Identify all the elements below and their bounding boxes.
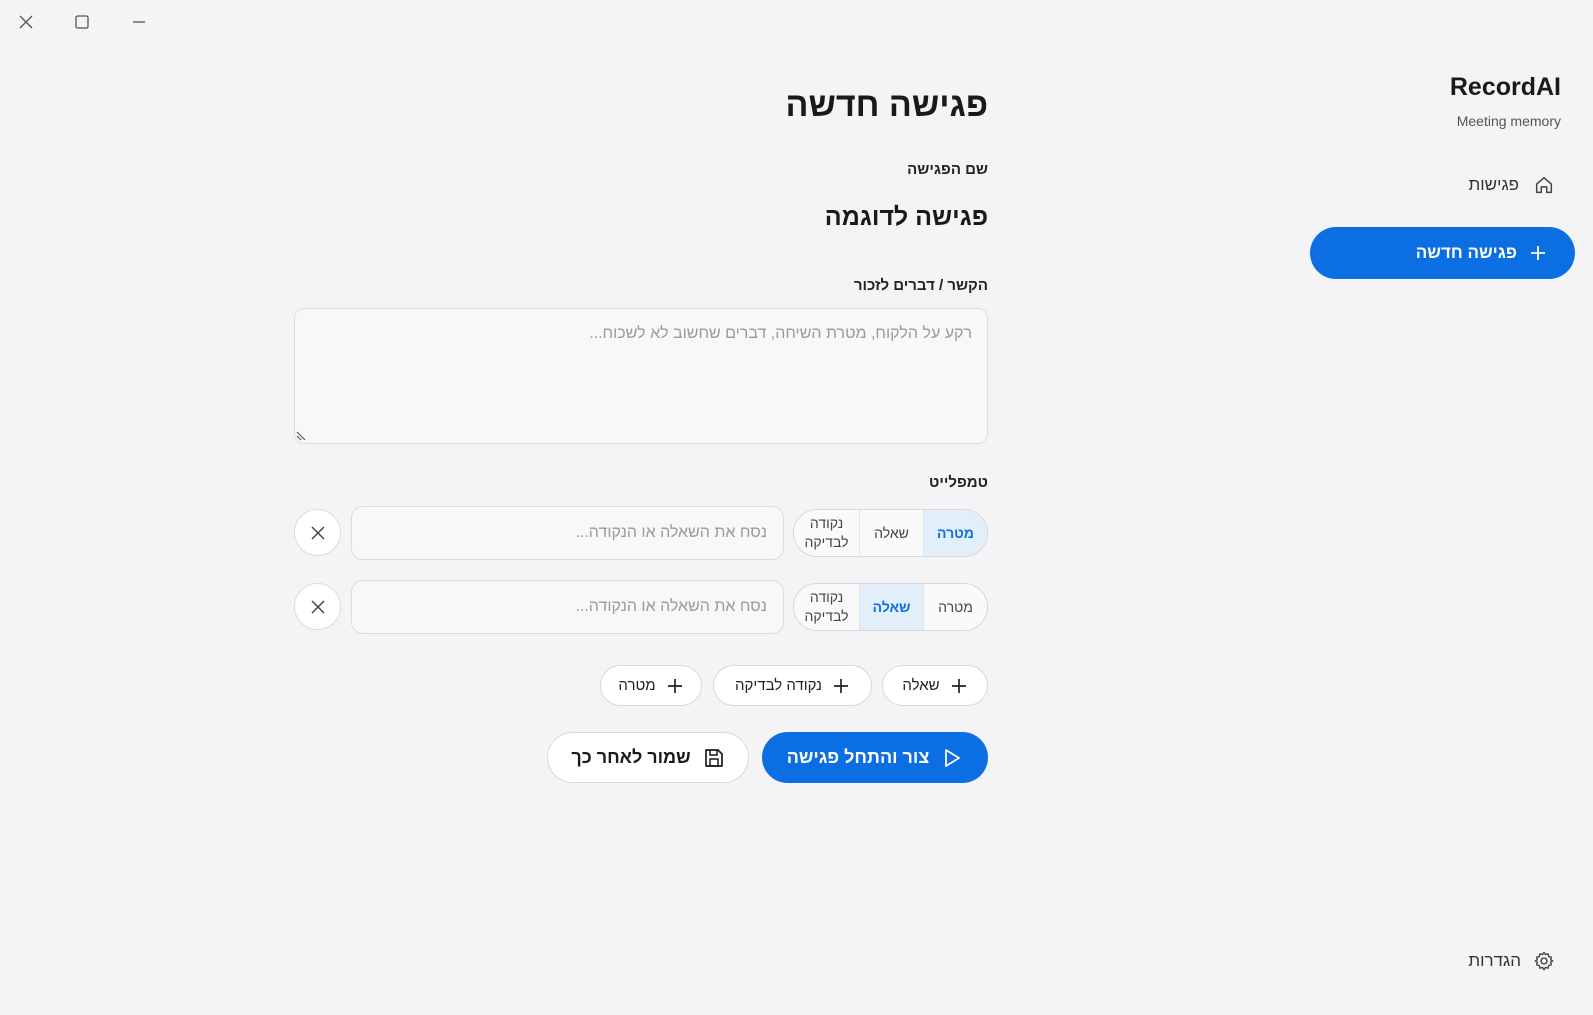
- add-question-label: שאלה: [902, 677, 940, 694]
- add-goal-button[interactable]: מטרה: [600, 665, 702, 706]
- template-row: מטרה שאלה נקודה לבדיקה: [294, 506, 988, 560]
- add-goal-label: מטרה: [618, 677, 656, 694]
- create-and-start-label: צור והתחל פגישה: [786, 747, 930, 767]
- template-item-input[interactable]: [351, 580, 784, 634]
- template-item-input[interactable]: [351, 506, 784, 560]
- sidebar-item-settings[interactable]: הגדרות: [1468, 950, 1555, 972]
- context-textarea[interactable]: [294, 308, 988, 444]
- close-icon: [18, 14, 34, 30]
- add-checkpoint-label: נקודה לבדיקה: [735, 677, 823, 694]
- resize-grip-icon[interactable]: [296, 431, 306, 441]
- play-icon: [941, 747, 963, 769]
- app-tagline: Meeting memory: [1456, 113, 1561, 129]
- type-option-goal[interactable]: מטרה: [923, 510, 987, 556]
- save-icon: [703, 747, 725, 769]
- create-and-start-button[interactable]: צור והתחל פגישה: [762, 732, 988, 783]
- plus-icon: [1529, 244, 1547, 262]
- window-minimize-button[interactable]: [121, 8, 157, 36]
- maximize-icon: [75, 15, 89, 29]
- new-meeting-label: פגישה חדשה: [1415, 243, 1517, 262]
- template-label: טמפלייט: [929, 474, 988, 491]
- new-meeting-button[interactable]: פגישה חדשה: [1310, 227, 1575, 279]
- window-close-button[interactable]: [8, 8, 44, 36]
- minimize-icon: [131, 14, 147, 30]
- sidebar-item-label: פגישות: [1468, 175, 1519, 194]
- plus-icon: [832, 677, 850, 695]
- gear-icon: [1533, 950, 1555, 972]
- sidebar-item-meetings[interactable]: פגישות: [1468, 174, 1555, 196]
- save-for-later-button[interactable]: שמור לאחר כך: [547, 732, 749, 783]
- page-title: פגישה חדשה: [785, 86, 988, 124]
- template-row: מטרה שאלה נקודה לבדיקה: [294, 580, 988, 634]
- type-option-question[interactable]: שאלה: [859, 584, 923, 630]
- save-for-later-label: שמור לאחר כך: [571, 747, 691, 767]
- add-checkpoint-button[interactable]: נקודה לבדיקה: [713, 665, 872, 706]
- meeting-name-label: שם הפגישה: [907, 161, 988, 178]
- remove-item-button[interactable]: [294, 509, 341, 556]
- type-segmented-control: מטרה שאלה נקודה לבדיקה: [793, 583, 988, 631]
- type-option-question[interactable]: שאלה: [859, 510, 923, 556]
- plus-icon: [666, 677, 684, 695]
- context-label: הקשר / דברים לזכור: [853, 277, 988, 294]
- close-icon: [310, 525, 326, 541]
- window-maximize-button[interactable]: [64, 8, 100, 36]
- remove-item-button[interactable]: [294, 583, 341, 630]
- close-icon: [310, 599, 326, 615]
- type-option-checkpoint[interactable]: נקודה לבדיקה: [794, 510, 859, 556]
- type-option-goal[interactable]: מטרה: [923, 584, 987, 630]
- type-option-checkpoint[interactable]: נקודה לבדיקה: [794, 584, 859, 630]
- home-icon: [1533, 174, 1555, 196]
- app-brand: RecordAI: [1449, 73, 1561, 101]
- type-segmented-control: מטרה שאלה נקודה לבדיקה: [793, 509, 988, 557]
- add-question-button[interactable]: שאלה: [882, 665, 988, 706]
- meeting-name-field[interactable]: פגישה לדוגמה: [825, 203, 988, 232]
- plus-icon: [950, 677, 968, 695]
- settings-label: הגדרות: [1468, 951, 1521, 970]
